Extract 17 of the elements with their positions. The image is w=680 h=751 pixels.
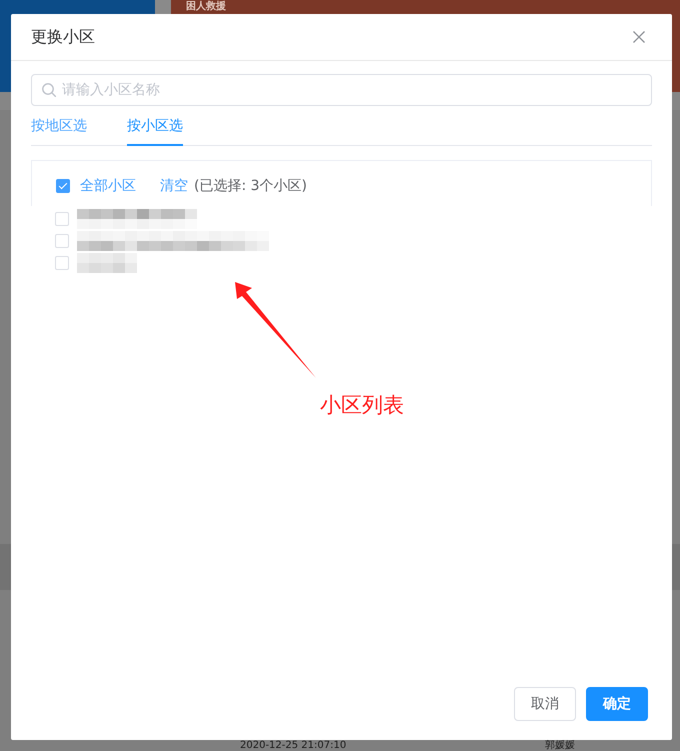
dialog-title: 更换小区 — [31, 26, 95, 48]
pixelated-label — [77, 253, 137, 273]
table-cell: 郭媛媛 — [545, 740, 575, 751]
banner-title: 困人救援 — [186, 1, 226, 12]
annotation-label: 小区列表 — [320, 392, 404, 418]
confirm-button[interactable]: 确定 — [586, 687, 648, 721]
checkbox[interactable] — [56, 178, 70, 192]
table-cell: 2020-12-25 21:07:10 — [240, 740, 346, 751]
search-icon — [42, 83, 56, 97]
clear-link[interactable]: 清空 — [160, 176, 188, 194]
search-field[interactable]: 请输入小区名称 — [31, 74, 652, 106]
close-icon[interactable] — [633, 31, 645, 43]
tab[interactable]: 按小区选 — [127, 106, 183, 146]
cancel-button[interactable]: 取消 — [514, 687, 576, 721]
selection-count: (已选择: 3个小区) — [194, 176, 307, 194]
tab[interactable]: 按地区选 — [31, 106, 87, 146]
checkbox-label[interactable]: 全部小区 — [80, 176, 136, 194]
